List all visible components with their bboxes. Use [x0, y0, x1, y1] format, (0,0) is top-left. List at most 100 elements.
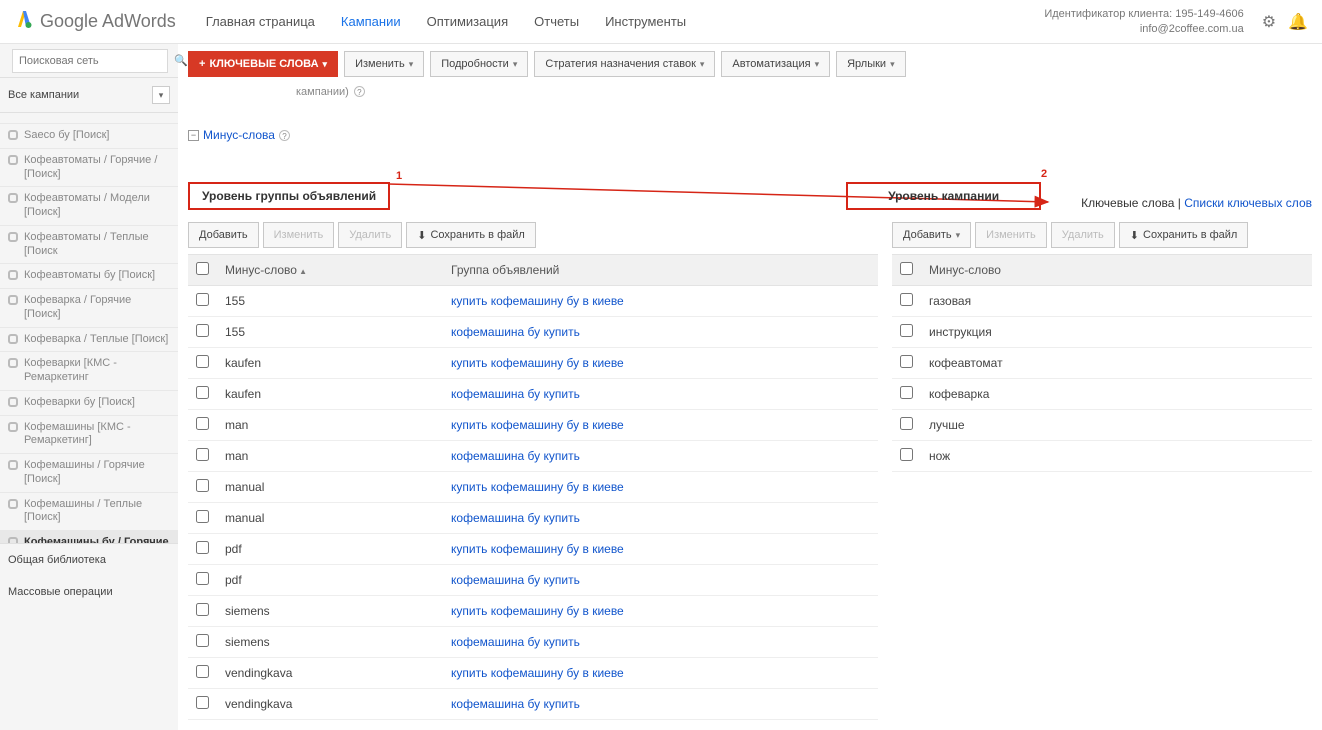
sidebar-shared-library[interactable]: Общая библиотека [0, 543, 178, 576]
status-icon [8, 270, 18, 280]
sidebar-item[interactable]: Кофеавтоматы / Теплые [Поиск [0, 226, 178, 265]
row-checkbox[interactable] [196, 417, 209, 430]
sidebar-item[interactable]: Кофеварка / Теплые [Поиск] [0, 328, 178, 353]
adgroup-link[interactable]: кофемашина бу купить [443, 317, 878, 348]
sidebar-item-label: Кофеавтоматы бу [Поиск] [24, 269, 155, 283]
left-add-button[interactable]: Добавить [188, 222, 259, 248]
nav-reports[interactable]: Отчеты [534, 14, 579, 29]
sidebar-item[interactable]: Кофеварки бу [Поиск] [0, 391, 178, 416]
row-checkbox[interactable] [196, 355, 209, 368]
sidebar-item[interactable]: Кофемашины / Теплые [Поиск] [0, 493, 178, 532]
row-checkbox[interactable] [900, 355, 913, 368]
right-edit-button[interactable]: Изменить [975, 222, 1047, 248]
sidebar-item-label: Кофемашины / Горячие [Поиск] [24, 459, 170, 487]
labels-button[interactable]: Ярлыки ▾ [836, 51, 906, 77]
sidebar-item[interactable]: Кофеавтоматы / Горячие / [Поиск] [0, 149, 178, 188]
col-adgroup[interactable]: Группа объявлений [443, 255, 878, 286]
adgroup-link[interactable]: купить кофемашину бу в киеве [443, 658, 878, 689]
sidebar-item[interactable]: Кофемашины [КМС - Ремаркетинг] [0, 416, 178, 455]
right-save-button[interactable]: ⬇ Сохранить в файл [1119, 222, 1249, 248]
keywords-button[interactable]: + КЛЮЧЕВЫЕ СЛОВА ▾ [188, 51, 338, 77]
sidebar-item[interactable]: Кофеварка / Горячие [Поиск] [0, 289, 178, 328]
row-checkbox[interactable] [196, 541, 209, 554]
adgroup-link[interactable]: купить кофемашину бу в киеве [443, 286, 878, 317]
bidstrategy-button[interactable]: Стратегия назначения ставок ▾ [534, 51, 715, 77]
automation-button[interactable]: Автоматизация ▾ [721, 51, 830, 77]
row-checkbox[interactable] [196, 293, 209, 306]
adgroup-link[interactable]: кофемашина бу купить [443, 379, 878, 410]
row-checkbox[interactable] [196, 634, 209, 647]
right-delete-button[interactable]: Удалить [1051, 222, 1115, 248]
sidebar-item[interactable]: Кофеавтоматы / Модели [Поиск] [0, 187, 178, 226]
keyword-lists-link[interactable]: Списки ключевых слов [1184, 196, 1312, 210]
adgroup-link[interactable]: купить кофемашину бу в киеве [443, 596, 878, 627]
sidebar-item[interactable]: Кофемашины бу / Горячие [Поиск] [0, 531, 178, 543]
sidebar-item[interactable]: Кофеварки [КМС - Ремаркетинг [0, 352, 178, 391]
adgroup-link[interactable]: купить кофемашину бу в киеве [443, 534, 878, 565]
sidebar-item-label: Кофемашины бу / Горячие [Поиск] [24, 536, 170, 543]
sidebar-bulk-ops[interactable]: Массовые операции [0, 576, 178, 608]
table-row: инструкция [892, 317, 1312, 348]
gear-icon[interactable]: ⚙ [1262, 12, 1276, 32]
row-checkbox[interactable] [900, 324, 913, 337]
status-icon [8, 499, 18, 509]
nav-tools[interactable]: Инструменты [605, 14, 686, 29]
row-checkbox[interactable] [196, 324, 209, 337]
nav-home[interactable]: Главная страница [206, 14, 315, 29]
left-select-all-checkbox[interactable] [196, 262, 209, 275]
status-icon [8, 130, 18, 140]
sidebar-item-label: Кофеавтоматы / Горячие / [Поиск] [24, 154, 170, 182]
neg-word-cell: siemens [217, 627, 443, 658]
row-checkbox[interactable] [900, 386, 913, 399]
right-select-all-checkbox[interactable] [900, 262, 913, 275]
sidebar-item[interactable]: Saeco бу [Поиск] [0, 124, 178, 149]
sidebar-item-label: Кофеварки [КМС - Ремаркетинг [24, 357, 170, 385]
row-checkbox[interactable] [900, 417, 913, 430]
row-checkbox[interactable] [196, 386, 209, 399]
bell-icon[interactable]: 🔔 [1288, 12, 1308, 32]
left-edit-button[interactable]: Изменить [263, 222, 335, 248]
adgroup-link[interactable]: кофемашина бу купить [443, 689, 878, 720]
neg-word-cell: vendingkava [217, 689, 443, 720]
right-add-button[interactable]: Добавить ▾ [892, 222, 971, 248]
sidebar-item-label: Кофеварка / Теплые [Поиск] [24, 333, 168, 347]
help-icon[interactable]: ? [279, 130, 290, 141]
all-campaigns-label[interactable]: Все кампании [8, 89, 79, 101]
details-button[interactable]: Подробности ▾ [430, 51, 528, 77]
row-checkbox[interactable] [196, 665, 209, 678]
adgroup-link[interactable]: купить кофемашину бу в киеве [443, 348, 878, 379]
negative-keywords-link[interactable]: Минус-слова [203, 128, 275, 142]
help-icon[interactable]: ? [354, 86, 365, 97]
sidebar-item[interactable]: Кофеавтоматы бу [Поиск] [0, 264, 178, 289]
row-checkbox[interactable] [196, 510, 209, 523]
table-row: manualкофемашина бу купить [188, 503, 878, 534]
status-icon [8, 155, 18, 165]
left-save-button[interactable]: ⬇ Сохранить в файл [406, 222, 536, 248]
status-icon [8, 422, 18, 432]
row-checkbox[interactable] [196, 696, 209, 709]
adgroup-link[interactable]: кофемашина бу купить [443, 627, 878, 658]
neg-word-cell: kaufen [217, 348, 443, 379]
col-neg-word[interactable]: Минус-слово [921, 255, 1312, 286]
row-checkbox[interactable] [900, 448, 913, 461]
sidebar-item[interactable]: Кофемашины / Горячие [Поиск] [0, 454, 178, 493]
row-checkbox[interactable] [900, 293, 913, 306]
adgroup-link[interactable]: кофемашина бу купить [443, 503, 878, 534]
sidebar-search-input[interactable] [12, 49, 168, 73]
neg-word-cell: 155 [217, 286, 443, 317]
adgroup-link[interactable]: кофемашина бу купить [443, 565, 878, 596]
col-neg-word[interactable]: Минус-слово [217, 255, 443, 286]
campaigns-dropdown-icon[interactable]: ▾ [152, 86, 170, 104]
row-checkbox[interactable] [196, 448, 209, 461]
campaign-neg-table: Минус-слово газоваяинструкциякофеавтомат… [892, 254, 1312, 472]
row-checkbox[interactable] [196, 479, 209, 492]
edit-button[interactable]: Изменить ▾ [344, 51, 424, 77]
adgroup-link[interactable]: кофемашина бу купить [443, 441, 878, 472]
row-checkbox[interactable] [196, 603, 209, 616]
nav-optimization[interactable]: Оптимизация [427, 14, 509, 29]
left-delete-button[interactable]: Удалить [338, 222, 402, 248]
nav-campaigns[interactable]: Кампании [341, 14, 401, 29]
adgroup-link[interactable]: купить кофемашину бу в киеве [443, 410, 878, 441]
adgroup-link[interactable]: купить кофемашину бу в киеве [443, 472, 878, 503]
collapse-section-icon[interactable]: − [188, 130, 199, 141]
